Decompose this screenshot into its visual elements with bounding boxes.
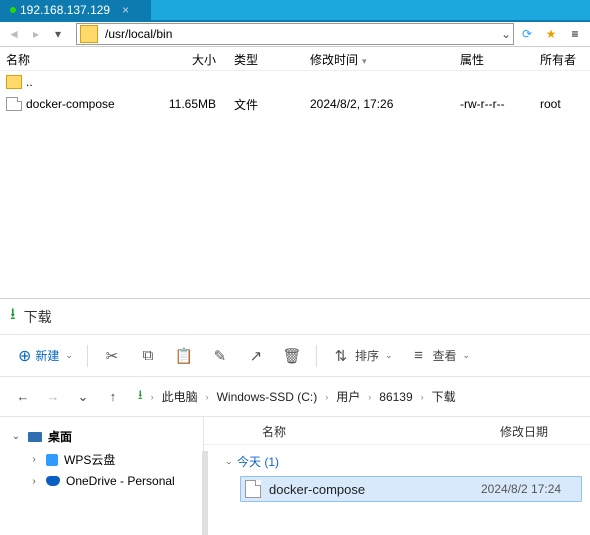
path-dropdown-icon[interactable]: ⌄ <box>499 27 513 41</box>
file-row[interactable]: docker-compose 2024/8/2 17:24 <box>240 476 582 502</box>
history-dropdown[interactable]: ▾ <box>48 24 68 44</box>
chevron-down-icon: › <box>225 462 235 465</box>
path-input-container[interactable]: ⌄ <box>76 23 514 45</box>
scrollbar[interactable] <box>202 451 208 535</box>
file-modified: 2024/8/2 17:24 <box>481 482 581 496</box>
col-modified[interactable]: 修改日期 <box>490 417 590 444</box>
view-icon: ≡ <box>409 347 429 364</box>
col-name[interactable]: 名称 <box>204 417 490 444</box>
col-size[interactable]: 大小 <box>160 47 222 70</box>
share-button[interactable]: ↗ <box>240 343 272 369</box>
col-owner[interactable]: 所有者 <box>534 47 590 70</box>
nav-forward-button[interactable]: → <box>44 389 62 404</box>
remote-row-file[interactable]: docker-compose 11.65MB 文件 2024/8/2, 17:2… <box>0 93 590 115</box>
scissors-icon: ✂ <box>102 347 122 365</box>
chevron-down-icon: ⌄ <box>385 350 393 361</box>
clipboard-icon: 📋 <box>174 347 194 365</box>
downloads-icon: ⭳ <box>138 386 143 408</box>
forward-button[interactable]: ▸ <box>26 24 46 44</box>
close-icon[interactable]: × <box>122 3 129 17</box>
bookmark-button[interactable]: ★ <box>540 23 562 45</box>
wps-cloud-icon <box>46 454 58 466</box>
tree-node-onedrive[interactable]: › OneDrive - Personal <box>6 471 197 491</box>
refresh-button[interactable]: ⟳ <box>516 23 538 45</box>
group-header-today[interactable]: ›今天 (1) <box>204 445 590 476</box>
chevron-right-icon[interactable]: › <box>28 476 40 487</box>
new-button[interactable]: ⊕新建⌄ <box>12 342 79 370</box>
sort-icon: ⇅ <box>331 347 351 365</box>
file-icon <box>245 480 261 498</box>
chevron-right-icon[interactable]: › <box>28 454 40 465</box>
view-button[interactable]: ≡查看⌄ <box>403 343 477 368</box>
nav-tree: ⌄ 桌面 › WPS云盘 › OneDrive - Personal <box>0 417 204 535</box>
downloads-icon: ⭳ <box>10 303 16 330</box>
col-attrs[interactable]: 属性 <box>454 47 534 70</box>
nav-up-button[interactable]: ↑ <box>104 389 122 404</box>
trash-icon: 🗑 <box>282 347 302 365</box>
tree-node-desktop[interactable]: ⌄ 桌面 <box>6 425 197 448</box>
folder-icon <box>6 75 22 89</box>
copy-button[interactable]: ⧉ <box>132 343 164 368</box>
breadcrumb[interactable]: ⭳ › 此电脑› Windows-SSD (C:)› 用户› 86139› 下载 <box>138 386 580 408</box>
col-name[interactable]: 名称 <box>0 47 160 70</box>
back-button[interactable]: ◄ <box>4 24 24 44</box>
chevron-down-icon[interactable]: ⌄ <box>10 431 22 442</box>
paste-button[interactable]: 📋 <box>168 343 200 369</box>
path-input[interactable] <box>101 27 499 41</box>
nav-back-button[interactable]: ← <box>14 389 32 404</box>
remote-row-parent[interactable]: .. <box>0 71 590 93</box>
folder-icon <box>80 25 98 43</box>
chevron-down-icon: ⌄ <box>463 350 471 361</box>
sort-button[interactable]: ⇅排序⌄ <box>325 343 399 369</box>
chevron-down-icon: ⌄ <box>65 350 73 361</box>
rename-icon: ✎ <box>210 347 230 365</box>
remote-session-tab[interactable]: 192.168.137.129 × <box>0 0 151 20</box>
explorer-title: 下载 <box>24 307 52 327</box>
share-icon: ↗ <box>246 347 266 365</box>
status-dot-icon <box>10 7 16 13</box>
file-name: docker-compose <box>269 482 481 497</box>
col-modified[interactable]: 修改时间▾ <box>304 47 454 70</box>
delete-button[interactable]: 🗑 <box>276 343 308 369</box>
nav-recent-button[interactable]: ⌄ <box>74 389 92 405</box>
desktop-icon <box>28 432 42 442</box>
more-button[interactable]: ≡ <box>564 23 586 45</box>
remote-list-header: 名称 大小 类型 修改时间▾ 属性 所有者 <box>0 47 590 71</box>
cut-button[interactable]: ✂ <box>96 343 128 369</box>
copy-icon: ⧉ <box>138 347 158 364</box>
tree-node-wps[interactable]: › WPS云盘 <box>6 448 197 471</box>
sort-desc-icon: ▾ <box>362 56 367 66</box>
col-type[interactable]: 类型 <box>222 47 304 70</box>
tab-title: 192.168.137.129 <box>20 3 110 17</box>
explorer-list-header: 名称 修改日期 <box>204 417 590 445</box>
onedrive-icon <box>46 476 60 486</box>
explorer-title-bar: ⭳ 下载 <box>0 299 590 335</box>
rename-button[interactable]: ✎ <box>204 343 236 369</box>
file-icon <box>6 97 22 111</box>
